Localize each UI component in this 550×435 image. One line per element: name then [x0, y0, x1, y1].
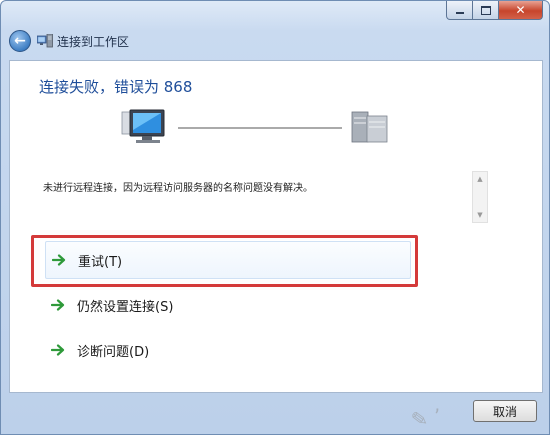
set-up-anyway-label: 仍然设置连接(S)	[77, 299, 174, 315]
cancel-button[interactable]: 取消	[473, 400, 537, 422]
diagnose-option[interactable]: 诊断问题(D)	[45, 333, 411, 367]
scroll-up-icon[interactable]: ▲	[473, 174, 487, 184]
minimize-icon	[455, 12, 464, 14]
close-icon: ✕	[515, 3, 526, 17]
message-scrollbar[interactable]: ▲ ▼	[472, 171, 488, 223]
maximize-button[interactable]	[473, 1, 499, 20]
retry-highlight-box	[31, 235, 418, 287]
green-arrow-icon	[51, 299, 65, 311]
connection-illustration	[121, 109, 388, 143]
content-panel: 连接失败，错误为 868 未进行远程连接，因为远程访问服务器的名称问题没有解决。	[9, 60, 543, 393]
window-title: 连接到工作区	[57, 35, 130, 49]
maximize-icon	[480, 5, 491, 15]
computer-icon	[121, 109, 165, 143]
set-up-anyway-option[interactable]: 仍然设置连接(S)	[45, 288, 411, 322]
workplace-network-icon	[37, 34, 53, 48]
error-message: 未进行远程连接，因为远程访问服务器的名称问题没有解决。	[43, 183, 313, 194]
green-arrow-icon	[51, 344, 65, 356]
diagnose-label: 诊断问题(D)	[77, 344, 150, 360]
error-heading: 连接失败，错误为 868	[39, 78, 193, 96]
server-icon	[351, 111, 388, 143]
close-button[interactable]: ✕	[499, 1, 543, 20]
watermark: ✎ ʼ	[409, 404, 443, 432]
connect-to-workplace-window: ✕ ← 连接到工作区 连接失败，错误为 868 未进行远程连接，因为远程访问服务…	[0, 0, 550, 435]
caption-buttons: ✕	[446, 1, 543, 21]
scroll-down-icon[interactable]: ▼	[473, 210, 487, 220]
back-arrow-icon: ←	[14, 33, 26, 49]
back-button[interactable]: ←	[9, 30, 31, 52]
minimize-button[interactable]	[446, 1, 473, 20]
